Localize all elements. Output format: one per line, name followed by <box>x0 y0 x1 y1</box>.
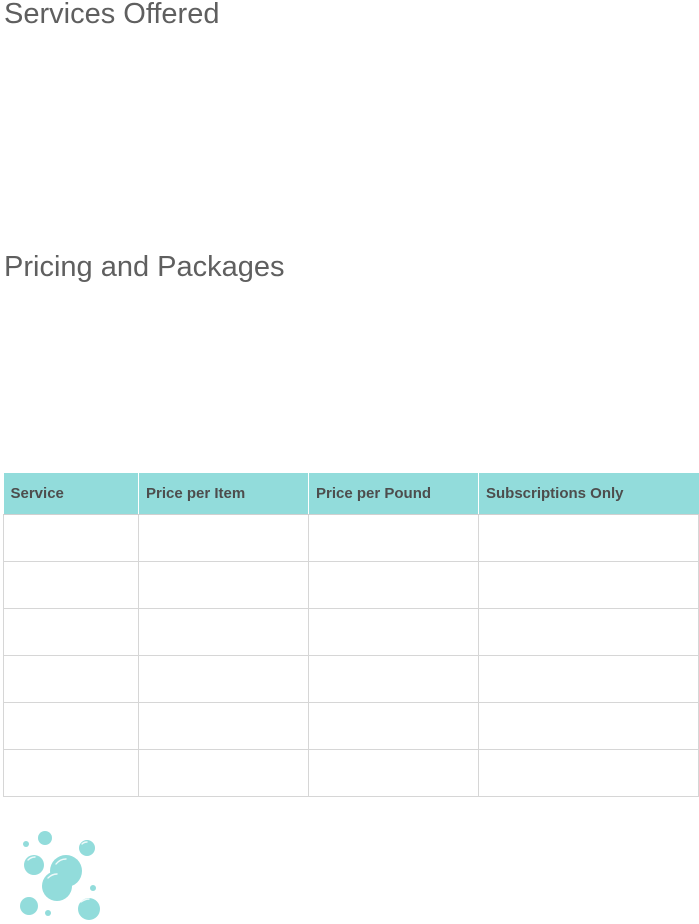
table-row <box>3 608 699 656</box>
table-cell[interactable] <box>308 749 479 797</box>
table-cell[interactable] <box>3 749 139 797</box>
table-cell[interactable] <box>308 702 479 750</box>
table-cell[interactable] <box>3 608 139 656</box>
table-cell[interactable] <box>478 608 699 656</box>
table-cell[interactable] <box>138 514 309 562</box>
table-cell[interactable] <box>3 561 139 609</box>
table-row <box>3 655 699 703</box>
table-cell[interactable] <box>308 561 479 609</box>
pricing-and-packages-heading: Pricing and Packages <box>4 251 285 283</box>
bubbles-icon <box>20 831 100 920</box>
table-row <box>3 561 699 609</box>
header-price-per-pound: Price per Pound <box>308 473 479 515</box>
table-row <box>3 514 699 562</box>
table-cell[interactable] <box>138 702 309 750</box>
table-cell[interactable] <box>478 655 699 703</box>
table-cell[interactable] <box>138 561 309 609</box>
table-cell[interactable] <box>478 702 699 750</box>
table-cell[interactable] <box>478 561 699 609</box>
table-cell[interactable] <box>3 702 139 750</box>
table-cell[interactable] <box>3 655 139 703</box>
pricing-table: Service Price per Item Price per Pound S… <box>3 473 699 797</box>
table-cell[interactable] <box>478 514 699 562</box>
table-cell[interactable] <box>138 608 309 656</box>
table-cell[interactable] <box>138 655 309 703</box>
table-cell[interactable] <box>308 608 479 656</box>
table-cell[interactable] <box>138 749 309 797</box>
header-service: Service <box>3 473 139 515</box>
table-cell[interactable] <box>308 655 479 703</box>
table-cell[interactable] <box>478 749 699 797</box>
services-offered-heading: Services Offered <box>4 0 220 30</box>
table-row <box>3 749 699 797</box>
table-header-row: Service Price per Item Price per Pound S… <box>3 473 699 515</box>
table-cell[interactable] <box>3 514 139 562</box>
header-subscriptions-only: Subscriptions Only <box>478 473 699 515</box>
table-cell[interactable] <box>308 514 479 562</box>
header-price-per-item: Price per Item <box>138 473 309 515</box>
table-row <box>3 702 699 750</box>
